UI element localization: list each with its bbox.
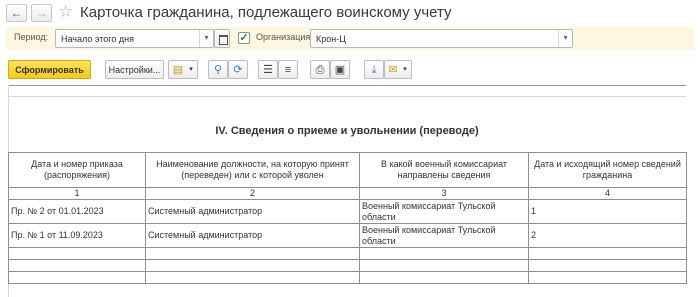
page-title: Карточка гражданина, подлежащего воинско… [80, 4, 452, 21]
save-button[interactable]: ⤓ [364, 60, 384, 79]
empty-cell[interactable] [145, 271, 360, 284]
print-icon: ⎙ [315, 64, 325, 76]
position-cell[interactable]: Системный администратор [145, 199, 360, 224]
empty-cell[interactable] [145, 259, 360, 272]
position-cell[interactable]: Системный администратор [145, 223, 360, 248]
commissariat-cell[interactable]: Военный комиссариат Тульской области [359, 223, 529, 248]
empty-cell[interactable] [528, 259, 687, 272]
print-preview-icon: ▣ [334, 64, 346, 76]
report-border-top [8, 85, 686, 86]
period-value: Начало этого дня [61, 34, 134, 44]
chevron-down-icon: ▾ [189, 66, 193, 73]
arrow-left-icon: ← [10, 6, 23, 20]
search-next-icon: ⟳ [233, 64, 243, 76]
empty-cell[interactable] [359, 259, 529, 272]
title-bar: ← → ☆ Карточка гражданина, подлежащего в… [0, 0, 700, 26]
settings-button[interactable]: Настройки... [105, 60, 164, 79]
calendar-icon[interactable] [214, 29, 230, 48]
find-button[interactable]: ⚲ [208, 60, 228, 79]
empty-cell[interactable] [8, 271, 146, 284]
empty-cell[interactable] [528, 247, 687, 260]
order-cell[interactable]: Пр. № 1 от 11.09.2023 [8, 223, 146, 248]
empty-cell[interactable] [359, 247, 529, 260]
order-cell[interactable]: Пр. № 2 от 01.01.2023 [8, 199, 146, 224]
download-icon: ⤓ [371, 64, 377, 76]
number-cell[interactable]: 2 [528, 223, 687, 248]
table-row[interactable]: Пр. № 1 от 11.09.2023 Системный админист… [8, 223, 687, 248]
dropdown-arrow-icon[interactable]: ▾ [199, 30, 213, 47]
empty-cell[interactable] [528, 271, 687, 284]
column-header: В какой военный комиссариат направлены с… [359, 152, 529, 188]
organization-value: Крон-Ц [316, 34, 346, 44]
favorite-star-icon[interactable]: ☆ [58, 2, 73, 22]
find-next-button[interactable]: ⟳ [228, 60, 248, 79]
column-numbers-row: 1 2 3 4 [8, 187, 687, 200]
filter-panel: Период: Начало этого дня ▾ ✓ Организация… [6, 27, 694, 50]
empty-cell[interactable] [8, 259, 146, 272]
back-button[interactable]: ← [6, 4, 27, 22]
organization-select[interactable]: Крон-Ц ▾ [310, 29, 573, 48]
admission-dismissal-table: Дата и номер приказа (распоряжения) Наим… [8, 152, 687, 284]
expand-groups-icon: ☰ [263, 64, 273, 76]
column-header: Наименование должности, на которую приня… [145, 152, 360, 188]
empty-cell[interactable] [145, 247, 360, 260]
column-number: 4 [528, 187, 687, 200]
report-toolbar: Сформировать Настройки... ▤ ▾ ⚲ ⟳ ☰ ≡ ⎙ … [0, 58, 700, 82]
table-row-empty[interactable] [8, 259, 687, 272]
table-row-empty[interactable] [8, 271, 687, 284]
generate-button[interactable]: Сформировать [8, 60, 91, 79]
report-variants-icon: ▤ [172, 64, 184, 76]
chevron-down-icon: ▾ [403, 66, 407, 73]
column-header: Дата и номер приказа (распоряжения) [8, 152, 146, 188]
period-label: Период: [14, 32, 49, 42]
number-cell[interactable]: 1 [528, 199, 687, 224]
expand-groups-button[interactable]: ☰ [258, 60, 278, 79]
arrow-right-icon: → [35, 6, 48, 20]
period-select[interactable]: Начало этого дня ▾ [55, 29, 214, 48]
section-title: IV. Сведения о приеме и увольнении (пере… [215, 125, 479, 137]
organization-checkbox[interactable]: ✓ [238, 32, 250, 44]
empty-cell[interactable] [359, 271, 529, 284]
forward-button[interactable]: → [31, 4, 52, 22]
column-number: 2 [145, 187, 360, 200]
settings-button-label: Настройки... [108, 65, 161, 75]
table-header-row: Дата и номер приказа (распоряжения) Наим… [8, 152, 687, 188]
preview-button[interactable]: ▣ [330, 60, 350, 79]
table-row-empty[interactable] [8, 247, 687, 260]
send-email-button[interactable]: ✉ ▾ [384, 60, 412, 79]
table-row[interactable]: Пр. № 2 от 01.01.2023 Системный админист… [8, 199, 687, 224]
column-number: 1 [8, 187, 146, 200]
print-button[interactable]: ⎙ [310, 60, 330, 79]
column-header: Дата и исходящий номер сведений граждани… [528, 152, 687, 188]
organization-label: Организация: [256, 32, 313, 42]
report-header-line [8, 96, 686, 97]
generate-button-label: Сформировать [15, 65, 84, 75]
variants-button[interactable]: ▤ ▾ [168, 60, 198, 79]
commissariat-cell[interactable]: Военный комиссариат Тульской области [359, 199, 529, 224]
dropdown-arrow-icon[interactable]: ▾ [558, 30, 572, 47]
collapse-groups-icon: ≡ [284, 64, 292, 76]
collapse-groups-button[interactable]: ≡ [278, 60, 298, 79]
column-number: 3 [359, 187, 529, 200]
empty-cell[interactable] [8, 247, 146, 260]
search-icon: ⚲ [213, 64, 223, 76]
